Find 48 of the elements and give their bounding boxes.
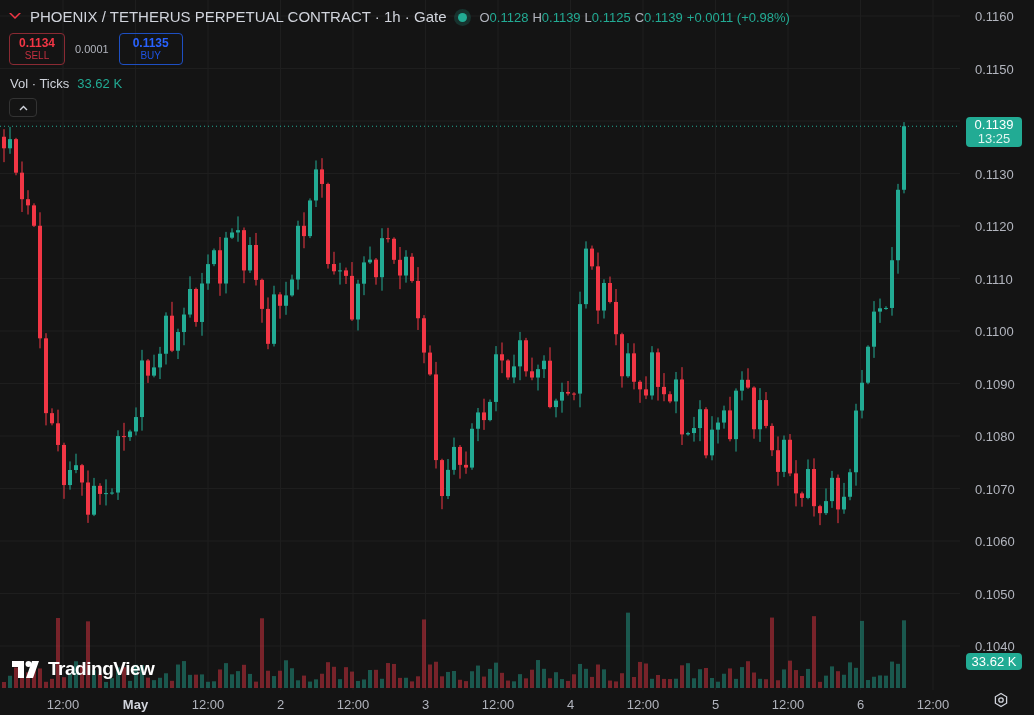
price-axis-label: 0.1150 — [975, 62, 1014, 76]
settings-icon[interactable] — [992, 691, 1010, 709]
chevron-up-icon — [18, 104, 28, 111]
price-axis-label: 0.1110 — [975, 272, 1013, 286]
collapse-button[interactable] — [9, 98, 37, 117]
ohlc-value: 0.1125 — [591, 8, 631, 27]
bar-countdown: 13:25 — [977, 132, 1011, 147]
price-axis-label: 0.1090 — [975, 377, 1015, 391]
price-axis-label: 0.1100 — [975, 325, 1014, 338]
time-axis-label: 12:00 — [916, 696, 950, 714]
ohlc-label: O — [479, 8, 490, 27]
time-axis-label: 12:00 — [771, 696, 805, 714]
tradingview-logo-icon — [12, 660, 42, 678]
time-axis-label: 3 — [421, 696, 430, 714]
price-axis-label: 0.1080 — [975, 430, 1015, 443]
last-price-value: 0.1139 — [974, 118, 1014, 133]
time-axis-label: May — [122, 696, 149, 714]
tradingview-logo-text: TradingView — [48, 657, 155, 681]
volume-legend-label: Vol · Ticks — [10, 75, 70, 93]
ohlc-label: L — [584, 8, 592, 27]
spread-value: 0.0001 — [75, 41, 109, 57]
price-axis-label: 0.1050 — [975, 587, 1015, 601]
price-axis-label: 0.1120 — [975, 220, 1014, 233]
time-axis-label: 12:00 — [481, 696, 515, 714]
price-axis-label: 0.1060 — [975, 535, 1015, 548]
price-change: +0.0011 (+0.98%) — [686, 8, 790, 27]
ohlc-value: 0.1139 — [644, 8, 683, 27]
time-axis-label: 12:00 — [191, 696, 225, 714]
buy-button[interactable]: 0.1135 BUY — [118, 33, 183, 65]
ohlc-label: H — [532, 8, 542, 27]
time-axis-label: 12:00 — [336, 696, 370, 714]
volume-legend-value: 33.62 K — [77, 75, 123, 93]
price-axis-label: 0.1130 — [975, 167, 1014, 181]
price-axis-label: 0.1070 — [975, 482, 1015, 496]
ohlc-value: 0.1128 — [489, 8, 529, 27]
price-axis-label: 0.1160 — [975, 10, 1014, 23]
volume-axis-label: 33.62 K — [966, 653, 1022, 670]
time-axis-label: 12:00 — [626, 696, 660, 714]
time-axis-label: 5 — [711, 696, 720, 714]
time-axis-label: 4 — [566, 696, 575, 714]
price-axis-label: 0.1040 — [975, 640, 1015, 653]
chart-title: PHOENIX / TETHERUS PERPETUAL CONTRACT · 1h · Gate — [30, 7, 447, 27]
sell-button[interactable]: 0.1134 SELL — [9, 33, 65, 65]
ohlc-value: 0.1139 — [541, 8, 581, 27]
time-axis-label: 2 — [276, 696, 285, 714]
time-axis-label: 6 — [856, 696, 865, 714]
ohlc-label: C — [634, 8, 644, 27]
time-axis-label: 12:00 — [46, 696, 80, 714]
